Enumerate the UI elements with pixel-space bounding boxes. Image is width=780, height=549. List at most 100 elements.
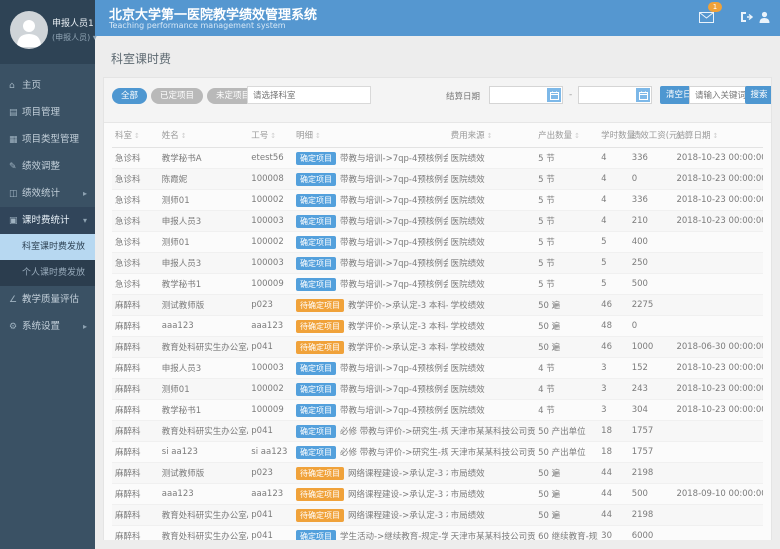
- cell-source: 医院绩效: [448, 232, 535, 253]
- sidebar-item-1[interactable]: ▤项目管理: [0, 99, 95, 126]
- sidebar-item-label: 项目类型管理: [22, 134, 79, 145]
- cell-salary: 210: [629, 211, 674, 232]
- detail-text: 必修 带教与评价->研究生-规定-教师: [340, 427, 448, 437]
- cell-name: 陈霞妮: [159, 169, 249, 190]
- cell-source: 医院绩效: [448, 379, 535, 400]
- sidebar: 申报人员1 (申报人员) ▾ ⌂主页▤项目管理▦项目类型管理✎绩效调整◫绩效统计…: [0, 0, 95, 549]
- table-header-row: 科室↕姓名↕工号↕明细↕费用来源↕产出数量↕学时数量↕绩效工资(元)↕结算日期↕: [112, 123, 763, 148]
- cell-detail: 待确定项目教学评价->承认定-3 本科-3 无接受人: [293, 337, 448, 358]
- calendar-icon[interactable]: [547, 88, 561, 102]
- cell-id: 100003: [248, 253, 293, 274]
- cell-id: 100009: [248, 274, 293, 295]
- sidebar-item-0[interactable]: ⌂主页: [0, 72, 95, 99]
- cell-output: 50 遍: [535, 484, 598, 505]
- logout-icon[interactable]: [740, 8, 753, 27]
- user-role[interactable]: (申报人员) ▾: [52, 32, 97, 43]
- cell-name: 教学秘书A: [159, 148, 249, 169]
- cell-name: 测试教师版: [159, 463, 249, 484]
- cell-salary: 400: [629, 232, 674, 253]
- cell-salary: 500: [629, 484, 674, 505]
- cell-dept: 麻醉科: [112, 442, 159, 463]
- cell-detail: 确定项目带教与培训->7qp-4预核例会: [293, 232, 448, 253]
- column-header[interactable]: 科室↕: [112, 123, 159, 148]
- cell-hours: 5: [598, 232, 629, 253]
- status-badge: 确定项目: [296, 257, 336, 270]
- user-panel[interactable]: 申报人员1 (申报人员) ▾: [0, 0, 95, 64]
- calendar-icon[interactable]: [636, 88, 650, 102]
- column-header[interactable]: 费用来源↕: [448, 123, 535, 148]
- status-badge: 待确定项目: [296, 509, 344, 522]
- cell-id: aaa123: [248, 316, 293, 337]
- filter-pill-1[interactable]: 已定项目: [151, 88, 203, 104]
- table-row: 麻醉科教学秘书1100009确定项目带教与培训->7qp-4预核例会医院绩效4 …: [112, 400, 763, 421]
- cell-source: 学校绩效: [448, 337, 535, 358]
- filter-pills: 全部已定项目未定项目: [112, 85, 263, 104]
- end-date-input[interactable]: [578, 86, 652, 104]
- cell-dept: 急诊科: [112, 274, 159, 295]
- cell-detail: 确定项目带教与培训->7qp-4预核例会: [293, 169, 448, 190]
- cell-dept: 麻醉科: [112, 484, 159, 505]
- cell-date: [673, 421, 763, 442]
- sort-icon: ↕: [134, 132, 140, 140]
- cell-detail: 待确定项目教学评价->承认定-3 本科-3 无接受人: [293, 295, 448, 316]
- cell-source: 医院绩效: [448, 190, 535, 211]
- sidebar-item-4[interactable]: ◫绩效统计▸: [0, 180, 95, 207]
- sidebar-item-5[interactable]: ▣课时费统计▾: [0, 207, 95, 234]
- status-badge: 待确定项目: [296, 320, 344, 333]
- department-select[interactable]: [247, 86, 371, 104]
- table-wrapper: 科室↕姓名↕工号↕明细↕费用来源↕产出数量↕学时数量↕绩效工资(元)↕结算日期↕…: [104, 123, 771, 540]
- table-row: 麻醉科教育处科研实生办公室Ap041确定项目必修 带教与评价->研究生-规定-教…: [112, 421, 763, 442]
- table-row: 麻醉科教育处科研实生办公室Ap041待确定项目教学评价->承认定-3 本科-3 …: [112, 337, 763, 358]
- cell-hours: 4: [598, 169, 629, 190]
- cell-id: aaa123: [248, 484, 293, 505]
- cell-date: 2018-10-23 00:00:00: [673, 358, 763, 379]
- cell-name: 申报人员3: [159, 253, 249, 274]
- search-button[interactable]: 搜索: [745, 86, 772, 104]
- cell-id: 100009: [248, 400, 293, 421]
- filter-pill-0[interactable]: 全部: [112, 88, 147, 104]
- table-row: 麻醉科aaa123aaa123待确定项目网络课程建设->承认定-3 本科-3 学…: [112, 484, 763, 505]
- column-header[interactable]: 明细↕: [293, 123, 448, 148]
- cell-id: p041: [248, 421, 293, 442]
- cell-id: si aa123: [248, 442, 293, 463]
- status-badge: 待确定项目: [296, 299, 344, 312]
- table-row: 急诊科测师01100002确定项目带教与培训->7qp-4预核例会医院绩效5 节…: [112, 232, 763, 253]
- column-header[interactable]: 姓名↕: [159, 123, 249, 148]
- submenu-item-0[interactable]: 科室课时费发放: [0, 234, 95, 260]
- message-icon[interactable]: 1: [699, 8, 714, 27]
- toolbar: 全部已定项目未定项目 结算日期 - 清空日期 搜索: [104, 78, 771, 123]
- status-badge: 确定项目: [296, 173, 336, 186]
- user-mini-icon[interactable]: [759, 8, 770, 27]
- column-header[interactable]: 结算日期↕: [673, 123, 763, 148]
- date-range-label: 结算日期: [446, 90, 480, 102]
- column-header[interactable]: 学时数量↕: [598, 123, 629, 148]
- cell-hours: 3: [598, 400, 629, 421]
- home-icon: ⌂: [9, 73, 22, 100]
- start-date-input[interactable]: [489, 86, 563, 104]
- column-header[interactable]: 绩效工资(元)↕: [629, 123, 674, 148]
- submenu: 科室课时费发放个人课时费发放: [0, 234, 95, 286]
- sort-icon: ↕: [270, 132, 276, 140]
- cell-dept: 急诊科: [112, 211, 159, 232]
- cell-hours: 5: [598, 253, 629, 274]
- submenu-item-1[interactable]: 个人课时费发放: [0, 260, 95, 286]
- cell-detail: 待确定项目网络课程建设->承认定-3 本科-3 学员: [293, 484, 448, 505]
- sidebar-item-7[interactable]: ⚙系统设置▸: [0, 313, 95, 340]
- sidebar-item-2[interactable]: ▦项目类型管理: [0, 126, 95, 153]
- detail-text: 带教与培训->7qp-4预核例会: [340, 406, 448, 416]
- column-header[interactable]: 产出数量↕: [535, 123, 598, 148]
- cell-source: 医院绩效: [448, 358, 535, 379]
- column-header[interactable]: 工号↕: [248, 123, 293, 148]
- cell-detail: 确定项目带教与培训->7qp-4预核例会: [293, 253, 448, 274]
- adjust-icon: ✎: [9, 154, 22, 181]
- cell-id: 100003: [248, 358, 293, 379]
- cell-dept: 麻醉科: [112, 505, 159, 526]
- cell-dept: 麻醉科: [112, 337, 159, 358]
- table-row: 麻醉科si aa123si aa123确定项目必修 带教与评价->研究生-规定-…: [112, 442, 763, 463]
- sidebar-item-3[interactable]: ✎绩效调整: [0, 153, 95, 180]
- status-badge: 确定项目: [296, 278, 336, 291]
- sidebar-item-6[interactable]: ∠教学质量评估: [0, 286, 95, 313]
- detail-text: 教学评价->承认定-3 本科-3 无接受人: [348, 301, 448, 311]
- cell-id: 100008: [248, 169, 293, 190]
- chevron-right-icon: ▸: [83, 313, 87, 340]
